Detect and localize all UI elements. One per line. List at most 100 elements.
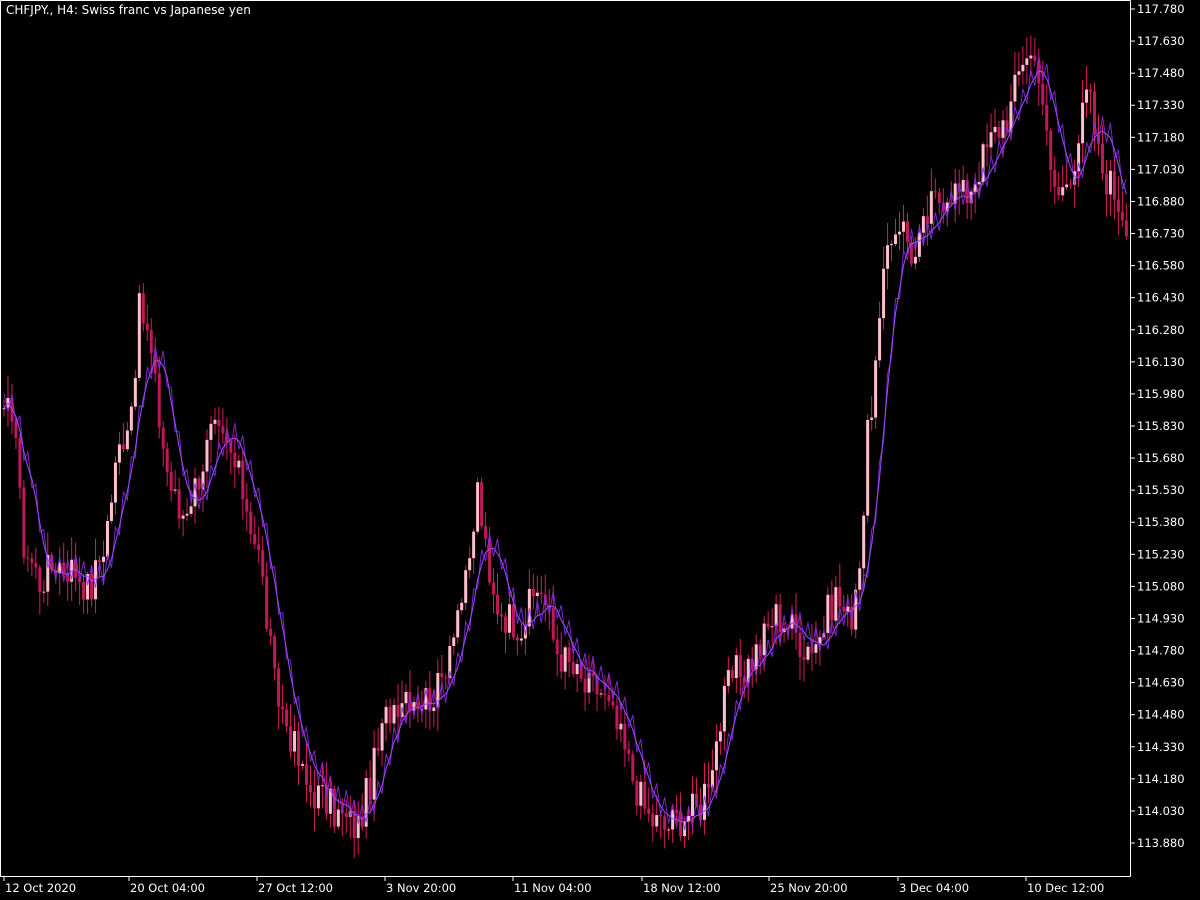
candle-body-bear bbox=[730, 670, 734, 679]
candle-body-bull bbox=[209, 423, 213, 440]
candle-body-bull bbox=[213, 419, 217, 424]
candle-body-bear bbox=[933, 191, 937, 193]
candle-body-bear bbox=[18, 438, 22, 488]
candle-body-bear bbox=[659, 815, 663, 817]
y-tick-label: 116.730 bbox=[1137, 227, 1185, 241]
candle-body-bear bbox=[706, 783, 710, 788]
candle-body-bull bbox=[866, 419, 870, 516]
candle bbox=[332, 785, 336, 834]
candle-body-bull bbox=[770, 626, 774, 628]
candle-body-bear bbox=[82, 581, 86, 600]
candle-body-bull bbox=[464, 570, 468, 603]
candle-body-bull bbox=[667, 829, 671, 831]
candle-body-bear bbox=[177, 489, 181, 519]
candle-body-bull bbox=[1029, 55, 1033, 59]
candle-body-bear bbox=[30, 558, 34, 563]
y-tick-label: 117.330 bbox=[1137, 98, 1185, 112]
candle-body-bull bbox=[125, 430, 129, 450]
candle-body-bull bbox=[1085, 89, 1089, 103]
candle-body-bear bbox=[503, 616, 507, 633]
candle-body-bull bbox=[105, 520, 109, 557]
candle-body-bear bbox=[647, 808, 651, 814]
candle-body-bull bbox=[205, 439, 209, 472]
candle-body-bull bbox=[320, 785, 324, 787]
candle-body-bull bbox=[185, 513, 189, 516]
candle-body-bull bbox=[129, 406, 133, 431]
candle-body-bear bbox=[603, 693, 607, 695]
y-tick-label: 115.680 bbox=[1137, 451, 1185, 465]
candle-body-bull bbox=[886, 245, 890, 269]
candle-body-bear bbox=[611, 701, 615, 706]
candle-body-bear bbox=[511, 604, 515, 638]
y-tick-label: 116.430 bbox=[1137, 291, 1185, 305]
candle-body-bear bbox=[651, 813, 655, 827]
candle-body-bear bbox=[1049, 130, 1053, 170]
candle-body-bear bbox=[197, 478, 201, 490]
candle-body-bull bbox=[894, 234, 898, 245]
candle-body-bull bbox=[563, 647, 567, 672]
candle-body-bear bbox=[285, 709, 289, 727]
candle-body-bear bbox=[308, 784, 312, 793]
candle-body-bear bbox=[1104, 173, 1108, 195]
candle-body-bull bbox=[921, 216, 925, 233]
x-tick-label: 11 Nov 04:00 bbox=[514, 881, 592, 895]
candle-body-bear bbox=[627, 749, 631, 755]
candle-body-bear bbox=[766, 623, 770, 627]
candle-body-bear bbox=[567, 647, 571, 663]
candle-body-bull bbox=[336, 809, 340, 827]
candle-body-bull bbox=[507, 604, 511, 633]
candle-body-bull bbox=[452, 637, 456, 646]
candle-body-bull bbox=[993, 126, 997, 133]
candle-body-bull bbox=[109, 502, 113, 521]
candle-body-bull bbox=[117, 444, 121, 463]
candle-body-bear bbox=[555, 639, 559, 655]
y-tick-label: 114.930 bbox=[1137, 611, 1185, 625]
candle-body-bear bbox=[1041, 83, 1045, 105]
candle-body-bull bbox=[527, 588, 531, 627]
candle-body-bear bbox=[1116, 199, 1120, 212]
candle-body-bull bbox=[1021, 64, 1025, 72]
candle-body-bull bbox=[826, 594, 830, 633]
candle-body-bull bbox=[102, 556, 105, 562]
candle-body-bear bbox=[838, 587, 842, 607]
candle-body-bull bbox=[619, 723, 623, 730]
candle-body-bull bbox=[929, 191, 933, 224]
candle-body-bull bbox=[890, 244, 894, 246]
candle-body-bear bbox=[90, 574, 94, 600]
candle-body-bull bbox=[293, 731, 297, 752]
candle bbox=[22, 479, 26, 565]
candle-body-bear bbox=[38, 567, 42, 593]
price-chart[interactable]: 117.780 117.630 117.480 117.330 117.180 117.0… bbox=[0, 0, 1200, 900]
candle-body-bull bbox=[762, 623, 766, 656]
candle-body-bull bbox=[1081, 102, 1085, 144]
candle-body-bull bbox=[1061, 187, 1065, 196]
candle-body-bear bbox=[1069, 184, 1073, 186]
candle-body-bull bbox=[42, 591, 46, 593]
candle-body-bear bbox=[253, 534, 257, 545]
candle-body-bear bbox=[1033, 55, 1037, 61]
x-tick-label: 25 Nov 20:00 bbox=[770, 881, 848, 895]
candle-body-bear bbox=[631, 754, 635, 782]
candle-body-bear bbox=[635, 781, 639, 806]
candle-body-bear bbox=[217, 419, 221, 427]
candle-body-bull bbox=[1108, 170, 1112, 195]
candle-body-bear bbox=[798, 632, 802, 658]
candle-body-bull bbox=[404, 692, 408, 704]
candle-body-bear bbox=[62, 562, 66, 573]
candle-body-bull bbox=[181, 515, 185, 519]
candle-body-bull bbox=[575, 664, 579, 675]
candle-body-bear bbox=[281, 706, 285, 710]
candle-body-bull bbox=[726, 670, 730, 686]
candle-body-bull bbox=[372, 747, 376, 800]
candle-body-bear bbox=[842, 606, 846, 612]
candle-body-bear bbox=[559, 654, 563, 672]
y-tick-label: 113.880 bbox=[1137, 836, 1185, 850]
candle-body-bear bbox=[500, 614, 503, 617]
x-tick-label: 3 Dec 04:00 bbox=[899, 881, 969, 895]
candle-body-bear bbox=[312, 792, 316, 809]
candle-body-bear bbox=[332, 788, 336, 827]
candle-body-bull bbox=[456, 610, 460, 638]
candle-body-bull bbox=[237, 460, 241, 468]
candle-body-bull bbox=[814, 644, 818, 653]
candle-body-bear bbox=[1089, 89, 1093, 92]
